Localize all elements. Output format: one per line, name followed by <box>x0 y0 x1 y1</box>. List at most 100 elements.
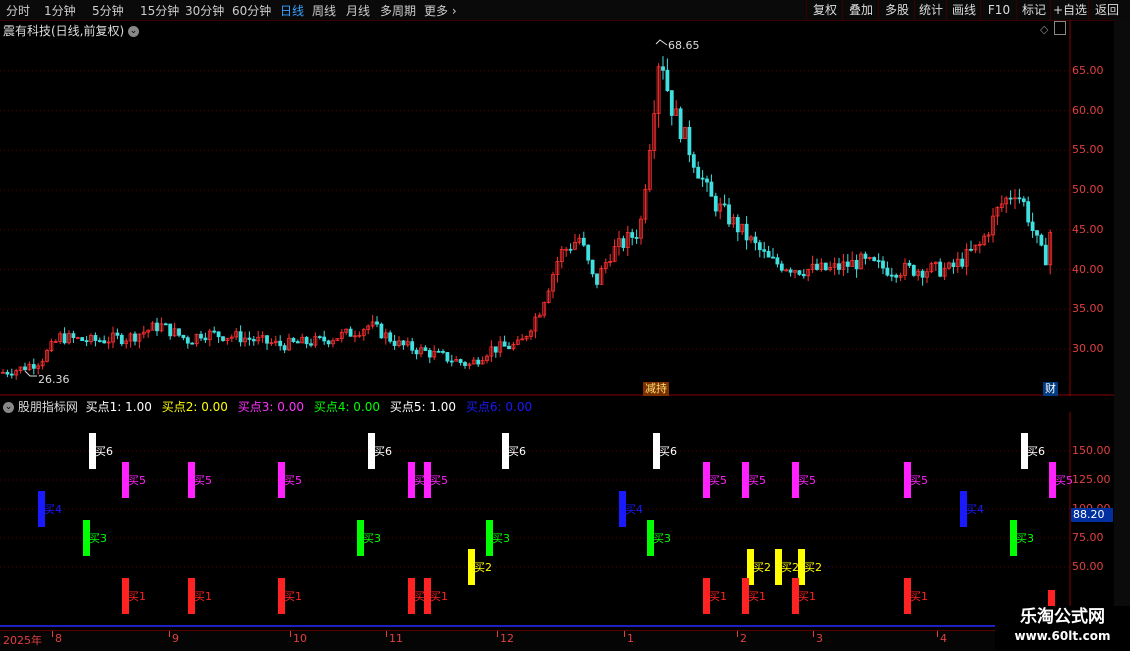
event-badge-right[interactable]: 财 <box>1043 382 1058 396</box>
min-marker <box>24 370 37 377</box>
price-tick-label: 60.00 <box>1072 103 1104 117</box>
time-axis: 2025年 8 9 10 11 12 1 2 3 4 <box>0 630 1114 651</box>
max-marker <box>655 39 668 46</box>
period-weekly[interactable]: 周线 <box>312 2 336 19</box>
signal-label-b1: 买1 <box>798 590 816 603</box>
candle-body <box>815 263 819 270</box>
time-axis-tick <box>290 631 291 637</box>
candle-body <box>595 273 599 285</box>
time-axis-tick <box>813 631 814 637</box>
candle-body <box>221 336 225 341</box>
overlay-button[interactable]: 叠加 <box>842 0 879 20</box>
back-button[interactable]: 返回 <box>1088 0 1125 20</box>
period-5min[interactable]: 5分钟 <box>92 2 124 19</box>
candle-body <box>753 236 758 244</box>
period-multi[interactable]: 多周期 <box>380 2 416 19</box>
signal-label-b2: 买2 <box>781 561 799 574</box>
candle-body <box>771 256 775 259</box>
signal-label-b6: 买6 <box>374 445 392 458</box>
period-daily[interactable]: 日线 <box>280 2 304 19</box>
price-tick-label: 30.00 <box>1072 342 1104 355</box>
candle-body <box>177 328 181 336</box>
ind-tick-label: 50.00 <box>1072 560 1104 573</box>
period-toolbar: 分时 1分钟 5分钟 15分钟 30分钟 60分钟 日线 周线 月线 多周期 更… <box>0 0 1130 21</box>
candle-body <box>348 328 353 337</box>
period-15min[interactable]: 15分钟 <box>140 2 179 19</box>
candle-body <box>410 341 415 351</box>
period-monthly[interactable]: 月线 <box>346 2 370 19</box>
time-axis-month: 3 <box>816 632 823 645</box>
candle-body <box>863 253 868 259</box>
signal-label-b3: 买3 <box>492 532 510 545</box>
candle-body <box>700 177 705 180</box>
time-axis-month: 8 <box>55 632 62 645</box>
signal-label-b6: 买6 <box>659 445 677 458</box>
candle-body <box>102 340 107 344</box>
candle-body <box>581 237 586 246</box>
event-badge-left[interactable]: 减持 <box>643 382 669 396</box>
candle-body <box>23 366 27 371</box>
ind-tick-label: 75.00 <box>1072 531 1104 544</box>
price-tick-label: 40.00 <box>1072 262 1104 276</box>
candle-body <box>322 336 327 342</box>
time-axis-tick <box>497 631 498 637</box>
candle-body <box>938 261 943 277</box>
candle-body <box>735 217 740 233</box>
candle-body <box>401 340 406 346</box>
signal-label-b5: 买5 <box>748 474 766 487</box>
signal-label-b5: 买5 <box>194 474 212 487</box>
f10-button[interactable]: F10 <box>980 0 1017 20</box>
time-axis-month: 2 <box>740 632 747 645</box>
candle-body <box>97 340 102 342</box>
mark-button[interactable]: 标记 <box>1016 0 1051 20</box>
candle-body <box>423 347 428 351</box>
candle-body <box>247 337 252 340</box>
candle-body <box>788 269 793 273</box>
time-axis-tick <box>386 631 387 637</box>
time-axis-tick <box>737 631 738 637</box>
candle-body <box>295 341 300 344</box>
candle-body <box>969 248 973 251</box>
time-axis-month: 4 <box>940 632 947 645</box>
candle-body <box>119 334 124 345</box>
signal-label-b3: 买3 <box>89 532 107 545</box>
candle-body <box>476 359 481 365</box>
multi-stock-button[interactable]: 多股 <box>878 0 915 20</box>
signal-indicator-chart: 买6 买6 买6 买6 买6买5 买5 买5 买5买5 买5 买5 买5 买5 买5买4 买4 买4买3 买3… <box>0 412 1073 630</box>
candle-body <box>823 262 828 271</box>
signal-label-b1: 买1 <box>910 590 928 603</box>
candle-body <box>775 257 780 265</box>
candle-body <box>502 341 507 347</box>
candle-body <box>155 322 159 332</box>
candle-body <box>894 274 899 278</box>
candle-body <box>375 321 379 325</box>
candle-body <box>757 242 762 251</box>
candle-body <box>84 340 89 343</box>
candle-body <box>661 66 665 71</box>
current-value-tag: 88.20 <box>1071 508 1113 522</box>
candle-body <box>1026 201 1031 223</box>
period-1min[interactable]: 1分钟 <box>44 2 76 19</box>
candle-body <box>568 248 573 251</box>
add-watchlist-button[interactable]: +自选 <box>1050 0 1089 20</box>
period-30min[interactable]: 30分钟 <box>185 2 224 19</box>
period-intraday[interactable]: 分时 <box>6 2 30 19</box>
candle-body <box>837 263 841 270</box>
min-price-label: 26.36 <box>38 373 70 386</box>
signal-label-b5: 买5 <box>284 474 302 487</box>
candle-body <box>872 257 877 261</box>
candle-body <box>493 346 498 353</box>
candle-body <box>678 108 683 140</box>
draw-line-button[interactable]: 画线 <box>946 0 981 20</box>
watermark: 乐淘公式网 www.60lt.com <box>995 606 1130 650</box>
statistics-button[interactable]: 统计 <box>914 0 947 20</box>
period-more[interactable]: 更多 › <box>424 2 457 19</box>
chevron-right-icon: › <box>451 4 457 18</box>
time-axis-month: 11 <box>389 632 403 645</box>
fuquan-button[interactable]: 复权 <box>806 0 843 20</box>
price-tick-label: 35.00 <box>1072 302 1104 316</box>
signal-label-b2: 买2 <box>804 561 822 574</box>
period-60min[interactable]: 60分钟 <box>232 2 271 19</box>
candle-body <box>744 223 749 241</box>
candle-body <box>291 337 296 342</box>
